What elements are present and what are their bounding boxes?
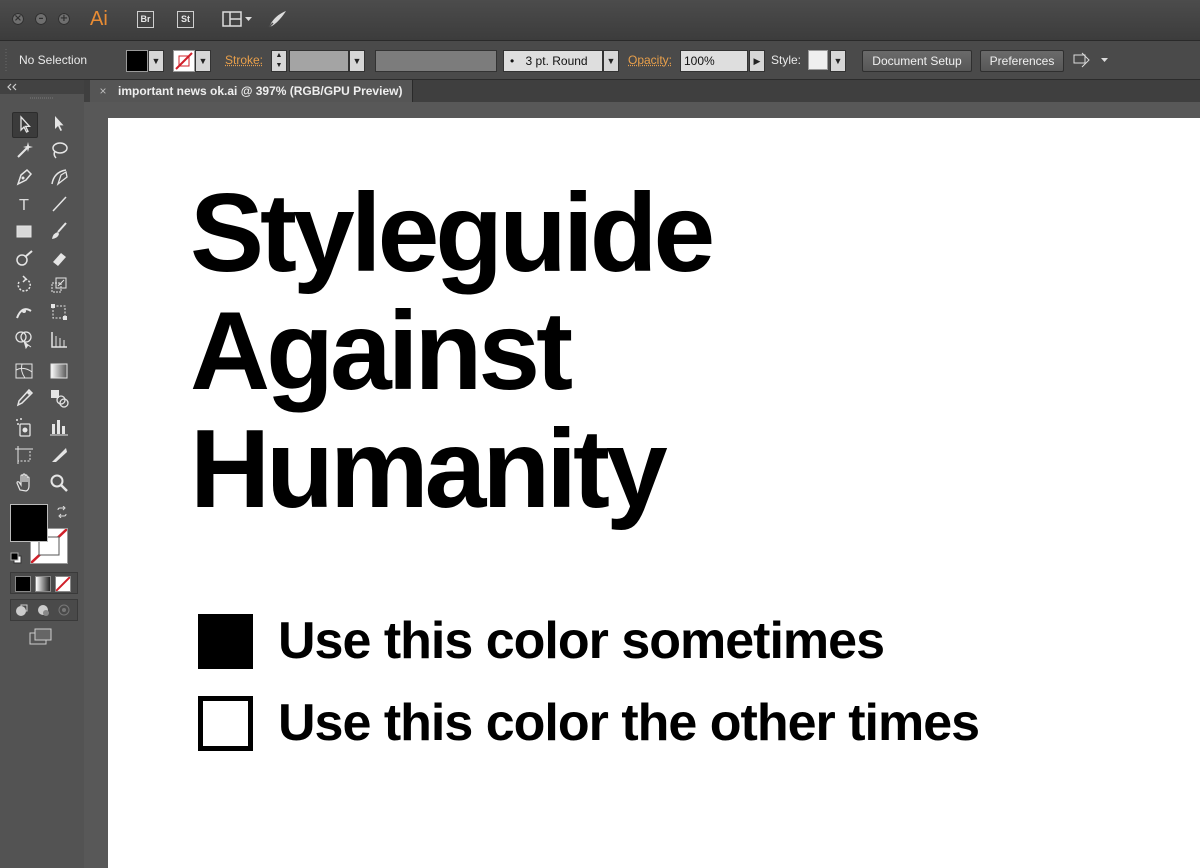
stock-button[interactable]: St bbox=[177, 11, 194, 28]
none-mode-button[interactable] bbox=[55, 576, 71, 592]
workspace-layout-icon[interactable] bbox=[222, 11, 254, 32]
close-icon[interactable]: × bbox=[12, 13, 24, 25]
brush-launch-icon[interactable] bbox=[266, 9, 288, 34]
stroke-label[interactable]: Stroke: bbox=[225, 53, 263, 67]
scale-tool[interactable] bbox=[47, 274, 71, 298]
stroke-dropdown[interactable]: ▼ bbox=[195, 50, 211, 72]
color-mode-group bbox=[10, 572, 78, 594]
direct-selection-tool[interactable] bbox=[47, 112, 71, 136]
selection-status: No Selection bbox=[19, 53, 88, 67]
screen-mode-icon[interactable] bbox=[28, 628, 54, 646]
style-label: Style: bbox=[771, 53, 802, 67]
opacity-value: 100% bbox=[684, 54, 715, 68]
none-icon bbox=[55, 576, 71, 592]
brush-definition-value: 3 pt. Round bbox=[525, 54, 588, 68]
free-transform-tool[interactable] bbox=[47, 301, 71, 325]
document-tab-strip: × important news ok.ai @ 397% (RGB/GPU Pr… bbox=[84, 80, 1200, 102]
hand-tool[interactable] bbox=[12, 472, 36, 496]
gradient-tool[interactable] bbox=[47, 360, 71, 384]
perspective-grid-tool[interactable] bbox=[47, 328, 71, 352]
rectangle-tool[interactable] bbox=[12, 220, 36, 244]
style-dropdown[interactable]: ▼ bbox=[830, 50, 846, 72]
headline-line-2: Against bbox=[190, 289, 573, 413]
width-tool[interactable] bbox=[12, 301, 36, 325]
lasso-tool[interactable] bbox=[47, 139, 71, 163]
headline: Styleguide Against Humanity bbox=[190, 171, 715, 531]
curvature-tool[interactable] bbox=[47, 166, 71, 190]
stroke-weight-field[interactable] bbox=[289, 50, 349, 72]
application-bar: × – + Ai Br St bbox=[0, 0, 1200, 41]
zoom-icon[interactable]: + bbox=[58, 13, 70, 25]
shaper-tool[interactable] bbox=[12, 247, 36, 271]
selection-tool[interactable] bbox=[12, 112, 38, 138]
shape-builder-tool[interactable] bbox=[12, 328, 36, 352]
zoom-tool[interactable] bbox=[47, 472, 71, 496]
bridge-button[interactable]: Br bbox=[137, 11, 154, 28]
fill-swatch[interactable] bbox=[126, 50, 148, 72]
collapse-panel-icon[interactable] bbox=[6, 83, 18, 91]
fill-color-box[interactable] bbox=[10, 504, 48, 542]
panel-grip-icon bbox=[5, 49, 7, 71]
artboard[interactable]: Styleguide Against Humanity Use this col… bbox=[108, 118, 1200, 868]
variable-width-profile[interactable] bbox=[375, 50, 497, 72]
line-segment-tool[interactable] bbox=[47, 193, 71, 217]
arrange-documents-icon[interactable] bbox=[1073, 52, 1111, 68]
default-colors-icon[interactable] bbox=[10, 552, 22, 564]
legend-label-black: Use this color sometimes bbox=[278, 612, 885, 670]
app-logo: Ai bbox=[90, 8, 108, 30]
stroke-weight-stepper[interactable]: ▲ ▼ bbox=[271, 50, 287, 72]
column-graph-tool[interactable] bbox=[47, 416, 71, 440]
eraser-tool[interactable] bbox=[47, 247, 71, 271]
document-tab-title: important news ok.ai @ 397% (RGB/GPU Pre… bbox=[118, 84, 403, 98]
headline-line-3: Humanity bbox=[190, 407, 668, 531]
tools-panel-header bbox=[0, 80, 84, 94]
fill-dropdown[interactable]: ▼ bbox=[148, 50, 164, 72]
type-tool[interactable]: T bbox=[12, 193, 36, 217]
paintbrush-tool[interactable] bbox=[47, 220, 71, 244]
legend-label-white: Use this color the other times bbox=[278, 694, 980, 752]
white-swatch bbox=[198, 696, 253, 751]
mesh-tool[interactable] bbox=[12, 360, 36, 384]
symbol-sprayer-tool[interactable] bbox=[12, 416, 36, 440]
rotate-tool[interactable] bbox=[12, 274, 36, 298]
stroke-weight-dropdown[interactable]: ▼ bbox=[349, 50, 365, 72]
brush-definition-field[interactable]: • 3 pt. Round bbox=[503, 50, 603, 72]
opacity-field[interactable]: 100% bbox=[680, 50, 748, 72]
opacity-label[interactable]: Opacity: bbox=[628, 53, 672, 67]
magic-wand-tool[interactable] bbox=[12, 139, 36, 163]
minimize-icon[interactable]: – bbox=[35, 13, 47, 25]
brush-dropdown[interactable]: ▼ bbox=[603, 50, 619, 72]
eyedropper-tool[interactable] bbox=[12, 387, 36, 411]
color-mode-button[interactable] bbox=[15, 576, 31, 592]
headline-line-1: Styleguide bbox=[190, 171, 715, 295]
document-setup-button[interactable]: Document Setup bbox=[862, 50, 972, 72]
stroke-swatch[interactable] bbox=[173, 50, 195, 72]
draw-normal-icon[interactable] bbox=[15, 603, 29, 617]
tools-panel: T bbox=[0, 80, 85, 868]
panel-grip-icon bbox=[30, 97, 54, 99]
pen-tool[interactable] bbox=[12, 166, 36, 190]
no-stroke-icon bbox=[175, 52, 193, 70]
close-tab-icon[interactable]: × bbox=[96, 80, 110, 102]
draw-inside-icon[interactable] bbox=[57, 603, 71, 617]
draw-behind-icon[interactable] bbox=[36, 603, 50, 617]
draw-mode-group bbox=[10, 599, 78, 621]
swap-colors-icon[interactable] bbox=[56, 506, 68, 518]
control-bar: No Selection ▼ ▼ Stroke: ▲ ▼ ▼ • 3 pt. Ro… bbox=[0, 41, 1200, 80]
opacity-dropdown[interactable]: ▶ bbox=[749, 50, 765, 72]
slice-tool[interactable] bbox=[47, 444, 71, 468]
preferences-button[interactable]: Preferences bbox=[980, 50, 1064, 72]
style-swatch[interactable] bbox=[808, 50, 828, 70]
gradient-mode-button[interactable] bbox=[35, 576, 51, 592]
artboard-tool[interactable] bbox=[12, 444, 36, 468]
blend-tool[interactable] bbox=[47, 387, 71, 411]
bullet-icon: • bbox=[510, 54, 515, 68]
document-tab[interactable]: × important news ok.ai @ 397% (RGB/GPU Pr… bbox=[90, 80, 413, 102]
black-swatch bbox=[198, 614, 253, 669]
